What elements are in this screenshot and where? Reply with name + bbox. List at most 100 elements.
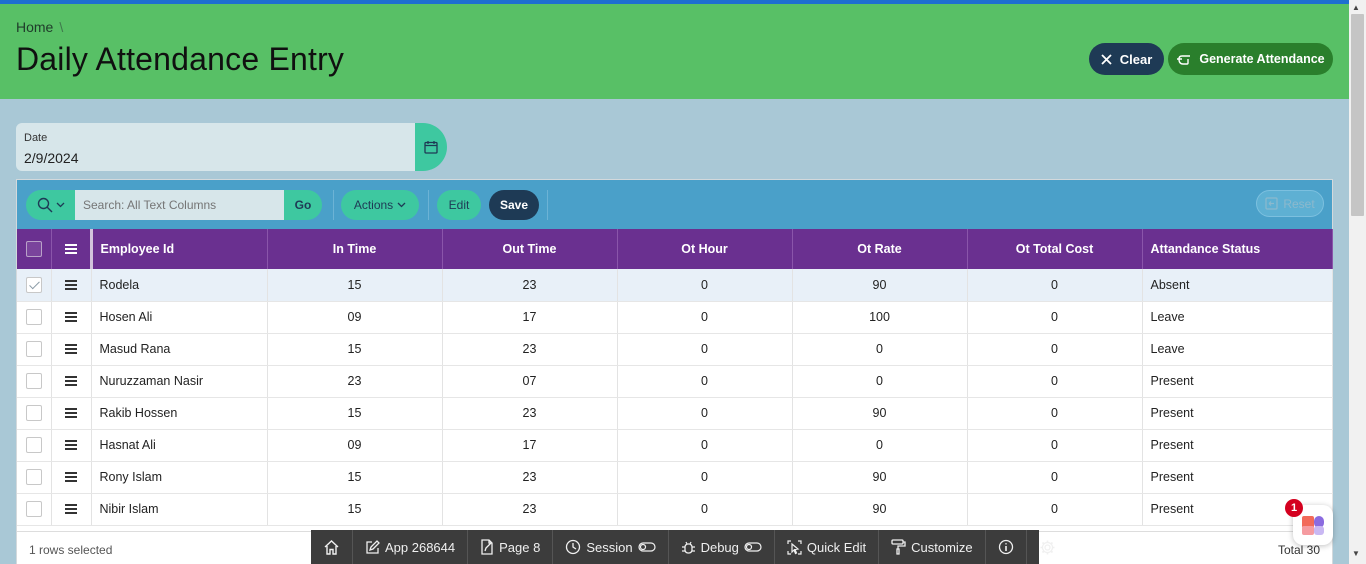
table-row[interactable]: Rony Islam 15 23 0 90 0 Present	[17, 461, 1333, 494]
employee-id-cell[interactable]: Masud Rana	[91, 333, 268, 366]
ot-rate-cell[interactable]: 90	[792, 493, 968, 526]
employee-id-cell[interactable]: Hosen Ali	[91, 301, 268, 334]
dev-home-button[interactable]	[311, 530, 353, 564]
ot-rate-cell[interactable]: 100	[792, 301, 968, 334]
in-time-cell[interactable]: 15	[267, 461, 443, 494]
attendance-status-cell[interactable]: Present	[1142, 429, 1333, 462]
ot-total-cost-cell[interactable]: 0	[967, 493, 1143, 526]
date-picker-button[interactable]	[415, 123, 447, 171]
row-menu-icon[interactable]	[65, 342, 77, 356]
table-row[interactable]: Rodela 15 23 0 90 0 Absent	[17, 269, 1333, 302]
row-checkbox[interactable]	[25, 373, 42, 389]
out-time-cell[interactable]: 23	[442, 269, 618, 302]
row-menu-icon[interactable]	[65, 374, 77, 388]
row-menu-icon[interactable]	[65, 406, 77, 420]
ot-total-cost-cell[interactable]: 0	[967, 365, 1143, 398]
dev-app-button[interactable]: App 268644	[353, 530, 469, 564]
row-menu-icon[interactable]	[65, 502, 77, 516]
go-button[interactable]: Go	[284, 190, 322, 220]
column-header-ot-hour[interactable]: Ot Hour	[617, 229, 793, 269]
column-header-in-time[interactable]: In Time	[267, 229, 443, 269]
row-menu-icon[interactable]	[65, 310, 77, 324]
attendance-status-cell[interactable]: Leave	[1142, 301, 1333, 334]
scroll-down-arrow-icon[interactable]: ▼	[1352, 549, 1360, 558]
table-row[interactable]: Hasnat Ali 09 17 0 0 0 Present	[17, 429, 1333, 462]
ot-hour-cell[interactable]: 0	[617, 365, 793, 398]
date-field[interactable]: Date 2/9/2024	[16, 123, 416, 171]
attendance-status-cell[interactable]: Present	[1142, 365, 1333, 398]
ot-hour-cell[interactable]: 0	[617, 301, 793, 334]
out-time-cell[interactable]: 23	[442, 461, 618, 494]
column-header-out-time[interactable]: Out Time	[442, 229, 618, 269]
employee-id-cell[interactable]: Nuruzzaman Nasir	[91, 365, 268, 398]
attendance-status-cell[interactable]: Present	[1142, 461, 1333, 494]
dev-customize-button[interactable]: Customize	[879, 530, 986, 564]
edit-button[interactable]: Edit	[437, 190, 481, 220]
attendance-status-cell[interactable]: Present	[1142, 397, 1333, 430]
ot-rate-cell[interactable]: 90	[792, 397, 968, 430]
table-row[interactable]: Hosen Ali 09 17 0 100 0 Leave	[17, 301, 1333, 334]
row-menu-icon[interactable]	[65, 438, 77, 452]
table-row[interactable]: Rakib Hossen 15 23 0 90 0 Present	[17, 397, 1333, 430]
column-header-ot-rate[interactable]: Ot Rate	[792, 229, 968, 269]
search-column-button[interactable]	[26, 190, 76, 220]
in-time-cell[interactable]: 15	[267, 269, 443, 302]
dev-page-button[interactable]: Page 8	[468, 530, 554, 564]
dev-quick-edit-button[interactable]: Quick Edit	[775, 530, 880, 564]
table-row[interactable]: Masud Rana 15 23 0 0 0 Leave	[17, 333, 1333, 366]
ot-rate-cell[interactable]: 0	[792, 333, 968, 366]
reset-button[interactable]: Reset	[1256, 190, 1324, 217]
ot-hour-cell[interactable]: 0	[617, 493, 793, 526]
row-checkbox[interactable]	[25, 405, 42, 421]
dev-settings-button[interactable]	[1027, 530, 1068, 564]
dev-session-button[interactable]: Session	[553, 530, 669, 564]
breadcrumb-home-link[interactable]: Home	[16, 19, 53, 35]
employee-id-cell[interactable]: Rakib Hossen	[91, 397, 268, 430]
scrollbar-thumb[interactable]	[1351, 14, 1364, 216]
ot-rate-cell[interactable]: 90	[792, 461, 968, 494]
row-menu-icon[interactable]	[65, 470, 77, 484]
in-time-cell[interactable]: 09	[267, 301, 443, 334]
table-row[interactable]: Nuruzzaman Nasir 23 07 0 0 0 Present	[17, 365, 1333, 398]
out-time-cell[interactable]: 07	[442, 365, 618, 398]
employee-id-cell[interactable]: Hasnat Ali	[91, 429, 268, 462]
ot-total-cost-cell[interactable]: 0	[967, 461, 1143, 494]
ot-hour-cell[interactable]: 0	[617, 333, 793, 366]
ot-rate-cell[interactable]: 90	[792, 269, 968, 302]
in-time-cell[interactable]: 15	[267, 493, 443, 526]
ot-rate-cell[interactable]: 0	[792, 429, 968, 462]
employee-id-cell[interactable]: Nibir Islam	[91, 493, 268, 526]
table-row[interactable]: Nibir Islam 15 23 0 90 0 Present	[17, 493, 1333, 526]
column-header-ot-total-cost[interactable]: Ot Total Cost	[967, 229, 1143, 269]
date-input[interactable]: 2/9/2024	[24, 150, 79, 166]
attendance-status-cell[interactable]: Leave	[1142, 333, 1333, 366]
ot-hour-cell[interactable]: 0	[617, 269, 793, 302]
in-time-cell[interactable]: 15	[267, 397, 443, 430]
ot-total-cost-cell[interactable]: 0	[967, 269, 1143, 302]
row-checkbox[interactable]	[25, 437, 42, 453]
actions-menu-button[interactable]: Actions	[341, 190, 419, 220]
generate-attendance-button[interactable]: Generate Attendance	[1168, 43, 1333, 75]
attendance-status-cell[interactable]: Absent	[1142, 269, 1333, 302]
row-menu-icon[interactable]	[65, 278, 77, 292]
column-header-employee-id[interactable]: Employee Id	[91, 229, 268, 269]
employee-id-cell[interactable]: Rodela	[91, 269, 268, 302]
ot-total-cost-cell[interactable]: 0	[967, 301, 1143, 334]
ot-total-cost-cell[interactable]: 0	[967, 397, 1143, 430]
save-button[interactable]: Save	[489, 190, 539, 220]
scroll-up-arrow-icon[interactable]: ▲	[1352, 3, 1360, 12]
select-all-checkbox[interactable]	[25, 241, 42, 257]
in-time-cell[interactable]: 09	[267, 429, 443, 462]
out-time-cell[interactable]: 17	[442, 301, 618, 334]
ot-rate-cell[interactable]: 0	[792, 365, 968, 398]
out-time-cell[interactable]: 23	[442, 493, 618, 526]
ot-hour-cell[interactable]: 0	[617, 397, 793, 430]
search-input[interactable]	[75, 190, 285, 220]
dev-debug-button[interactable]: Debug	[669, 530, 775, 564]
column-header-attendance-status[interactable]: Attandance Status	[1142, 229, 1333, 269]
out-time-cell[interactable]: 23	[442, 397, 618, 430]
ot-total-cost-cell[interactable]: 0	[967, 429, 1143, 462]
out-time-cell[interactable]: 17	[442, 429, 618, 462]
ot-hour-cell[interactable]: 0	[617, 461, 793, 494]
row-checkbox[interactable]	[25, 276, 42, 293]
